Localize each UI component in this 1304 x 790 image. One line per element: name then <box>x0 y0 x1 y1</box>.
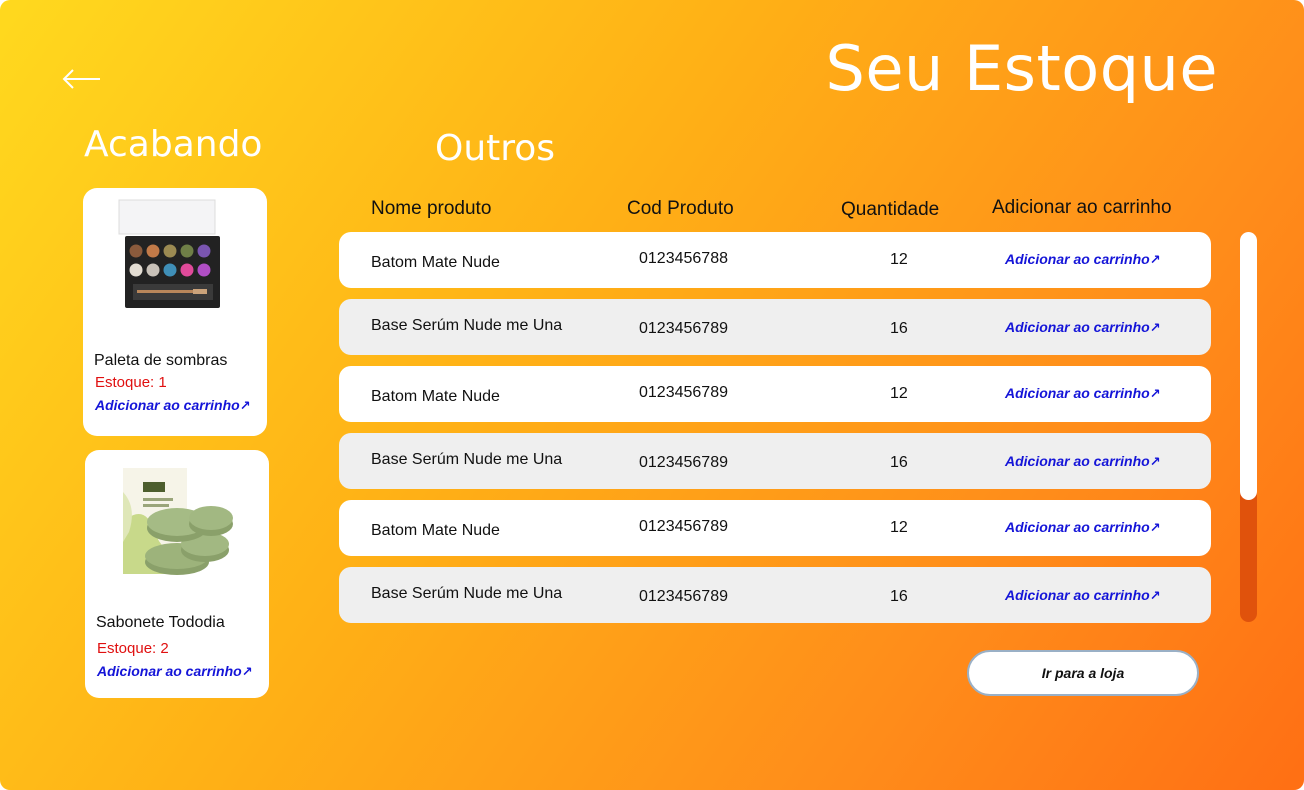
add-to-cart-link[interactable]: Adicionar ao carrinho↗ <box>1005 587 1161 604</box>
add-to-cart-label: Adicionar ao carrinho <box>1005 385 1150 401</box>
soap-bars-image <box>123 468 233 575</box>
product-name: Batom Mate Nude <box>371 388 500 405</box>
table-scrollbar[interactable] <box>1240 232 1257 622</box>
low-stock-item-stock: Estoque: 2 <box>97 640 169 657</box>
low-stock-card: Sabonete Tododia Estoque: 2 Adicionar ao… <box>85 450 269 698</box>
go-to-shop-button[interactable]: Ir para a loja <box>967 650 1199 696</box>
low-stock-item-name: Paleta de sombras <box>94 352 228 369</box>
column-header-quantity: Quantidade <box>841 199 940 220</box>
product-quantity: 16 <box>890 320 908 337</box>
add-to-cart-label: Adicionar ao carrinho <box>1005 453 1150 469</box>
arrow-up-right-icon: ↗ <box>1149 252 1161 267</box>
eyeshadow-palette-image <box>118 199 220 308</box>
product-quantity: 12 <box>890 385 908 402</box>
add-to-cart-link[interactable]: Adicionar ao carrinho↗ <box>1005 453 1161 470</box>
column-header-add-to-cart: Adicionar ao carrinho <box>992 197 1172 218</box>
arrow-up-right-icon: ↗ <box>1149 454 1161 469</box>
add-to-cart-label: Adicionar ao carrinho <box>1005 251 1150 267</box>
table-row: Base Serúm Nude me Una 0123456789 16 Adi… <box>339 567 1211 623</box>
inventory-screen: Seu Estoque Acabando Outros Paleta de so… <box>0 0 1304 790</box>
arrow-up-right-icon: ↗ <box>241 664 253 679</box>
add-to-cart-link[interactable]: Adicionar ao carrinho↗ <box>95 397 251 414</box>
add-to-cart-label: Adicionar ao carrinho <box>1005 519 1150 535</box>
column-header-code: Cod Produto <box>627 198 734 219</box>
product-quantity: 16 <box>890 588 908 605</box>
table-row: Batom Mate Nude 0123456788 12 Adicionar … <box>339 232 1211 288</box>
add-to-cart-label: Adicionar ao carrinho <box>1005 587 1150 603</box>
others-title: Outros <box>435 128 556 169</box>
product-name: Batom Mate Nude <box>371 522 500 539</box>
arrow-up-right-icon: ↗ <box>1149 520 1161 535</box>
add-to-cart-link[interactable]: Adicionar ao carrinho↗ <box>1005 319 1161 336</box>
table-row: Batom Mate Nude 0123456789 12 Adicionar … <box>339 366 1211 422</box>
product-quantity: 12 <box>890 519 908 536</box>
low-stock-card: Paleta de sombras Estoque: 1 Adicionar a… <box>83 188 267 436</box>
product-code: 0123456789 <box>639 588 728 605</box>
add-to-cart-link[interactable]: Adicionar ao carrinho↗ <box>97 663 253 680</box>
low-stock-title: Acabando <box>84 124 263 165</box>
product-code: 0123456789 <box>639 320 728 337</box>
product-name: Base Serúm Nude me Una <box>371 317 563 334</box>
arrow-up-right-icon: ↗ <box>239 398 251 413</box>
arrow-left-icon[interactable] <box>62 64 102 94</box>
product-name: Base Serúm Nude me Una <box>371 585 563 602</box>
low-stock-item-name: Sabonete Tododia <box>96 614 225 631</box>
page-title: Seu Estoque <box>825 32 1218 105</box>
product-name: Base Serúm Nude me Una <box>371 451 563 468</box>
table-row: Batom Mate Nude 0123456789 12 Adicionar … <box>339 500 1211 556</box>
add-to-cart-label: Adicionar ao carrinho <box>1005 319 1150 335</box>
add-to-cart-label: Adicionar ao carrinho <box>95 397 240 413</box>
add-to-cart-link[interactable]: Adicionar ao carrinho↗ <box>1005 519 1161 536</box>
table-row: Base Serúm Nude me Una 0123456789 16 Adi… <box>339 433 1211 489</box>
product-code: 0123456788 <box>639 250 728 267</box>
arrow-up-right-icon: ↗ <box>1149 320 1161 335</box>
add-to-cart-link[interactable]: Adicionar ao carrinho↗ <box>1005 251 1161 268</box>
low-stock-item-stock: Estoque: 1 <box>95 374 167 391</box>
product-name: Batom Mate Nude <box>371 254 500 271</box>
product-code: 0123456789 <box>639 518 728 535</box>
arrow-up-right-icon: ↗ <box>1149 386 1161 401</box>
add-to-cart-link[interactable]: Adicionar ao carrinho↗ <box>1005 385 1161 402</box>
column-header-name: Nome produto <box>371 198 492 219</box>
add-to-cart-label: Adicionar ao carrinho <box>97 663 242 679</box>
table-row: Base Serúm Nude me Una 0123456789 16 Adi… <box>339 299 1211 355</box>
product-quantity: 16 <box>890 454 908 471</box>
product-quantity: 12 <box>890 251 908 268</box>
scrollbar-thumb[interactable] <box>1240 232 1257 500</box>
arrow-up-right-icon: ↗ <box>1149 588 1161 603</box>
product-code: 0123456789 <box>639 384 728 401</box>
product-code: 0123456789 <box>639 454 728 471</box>
